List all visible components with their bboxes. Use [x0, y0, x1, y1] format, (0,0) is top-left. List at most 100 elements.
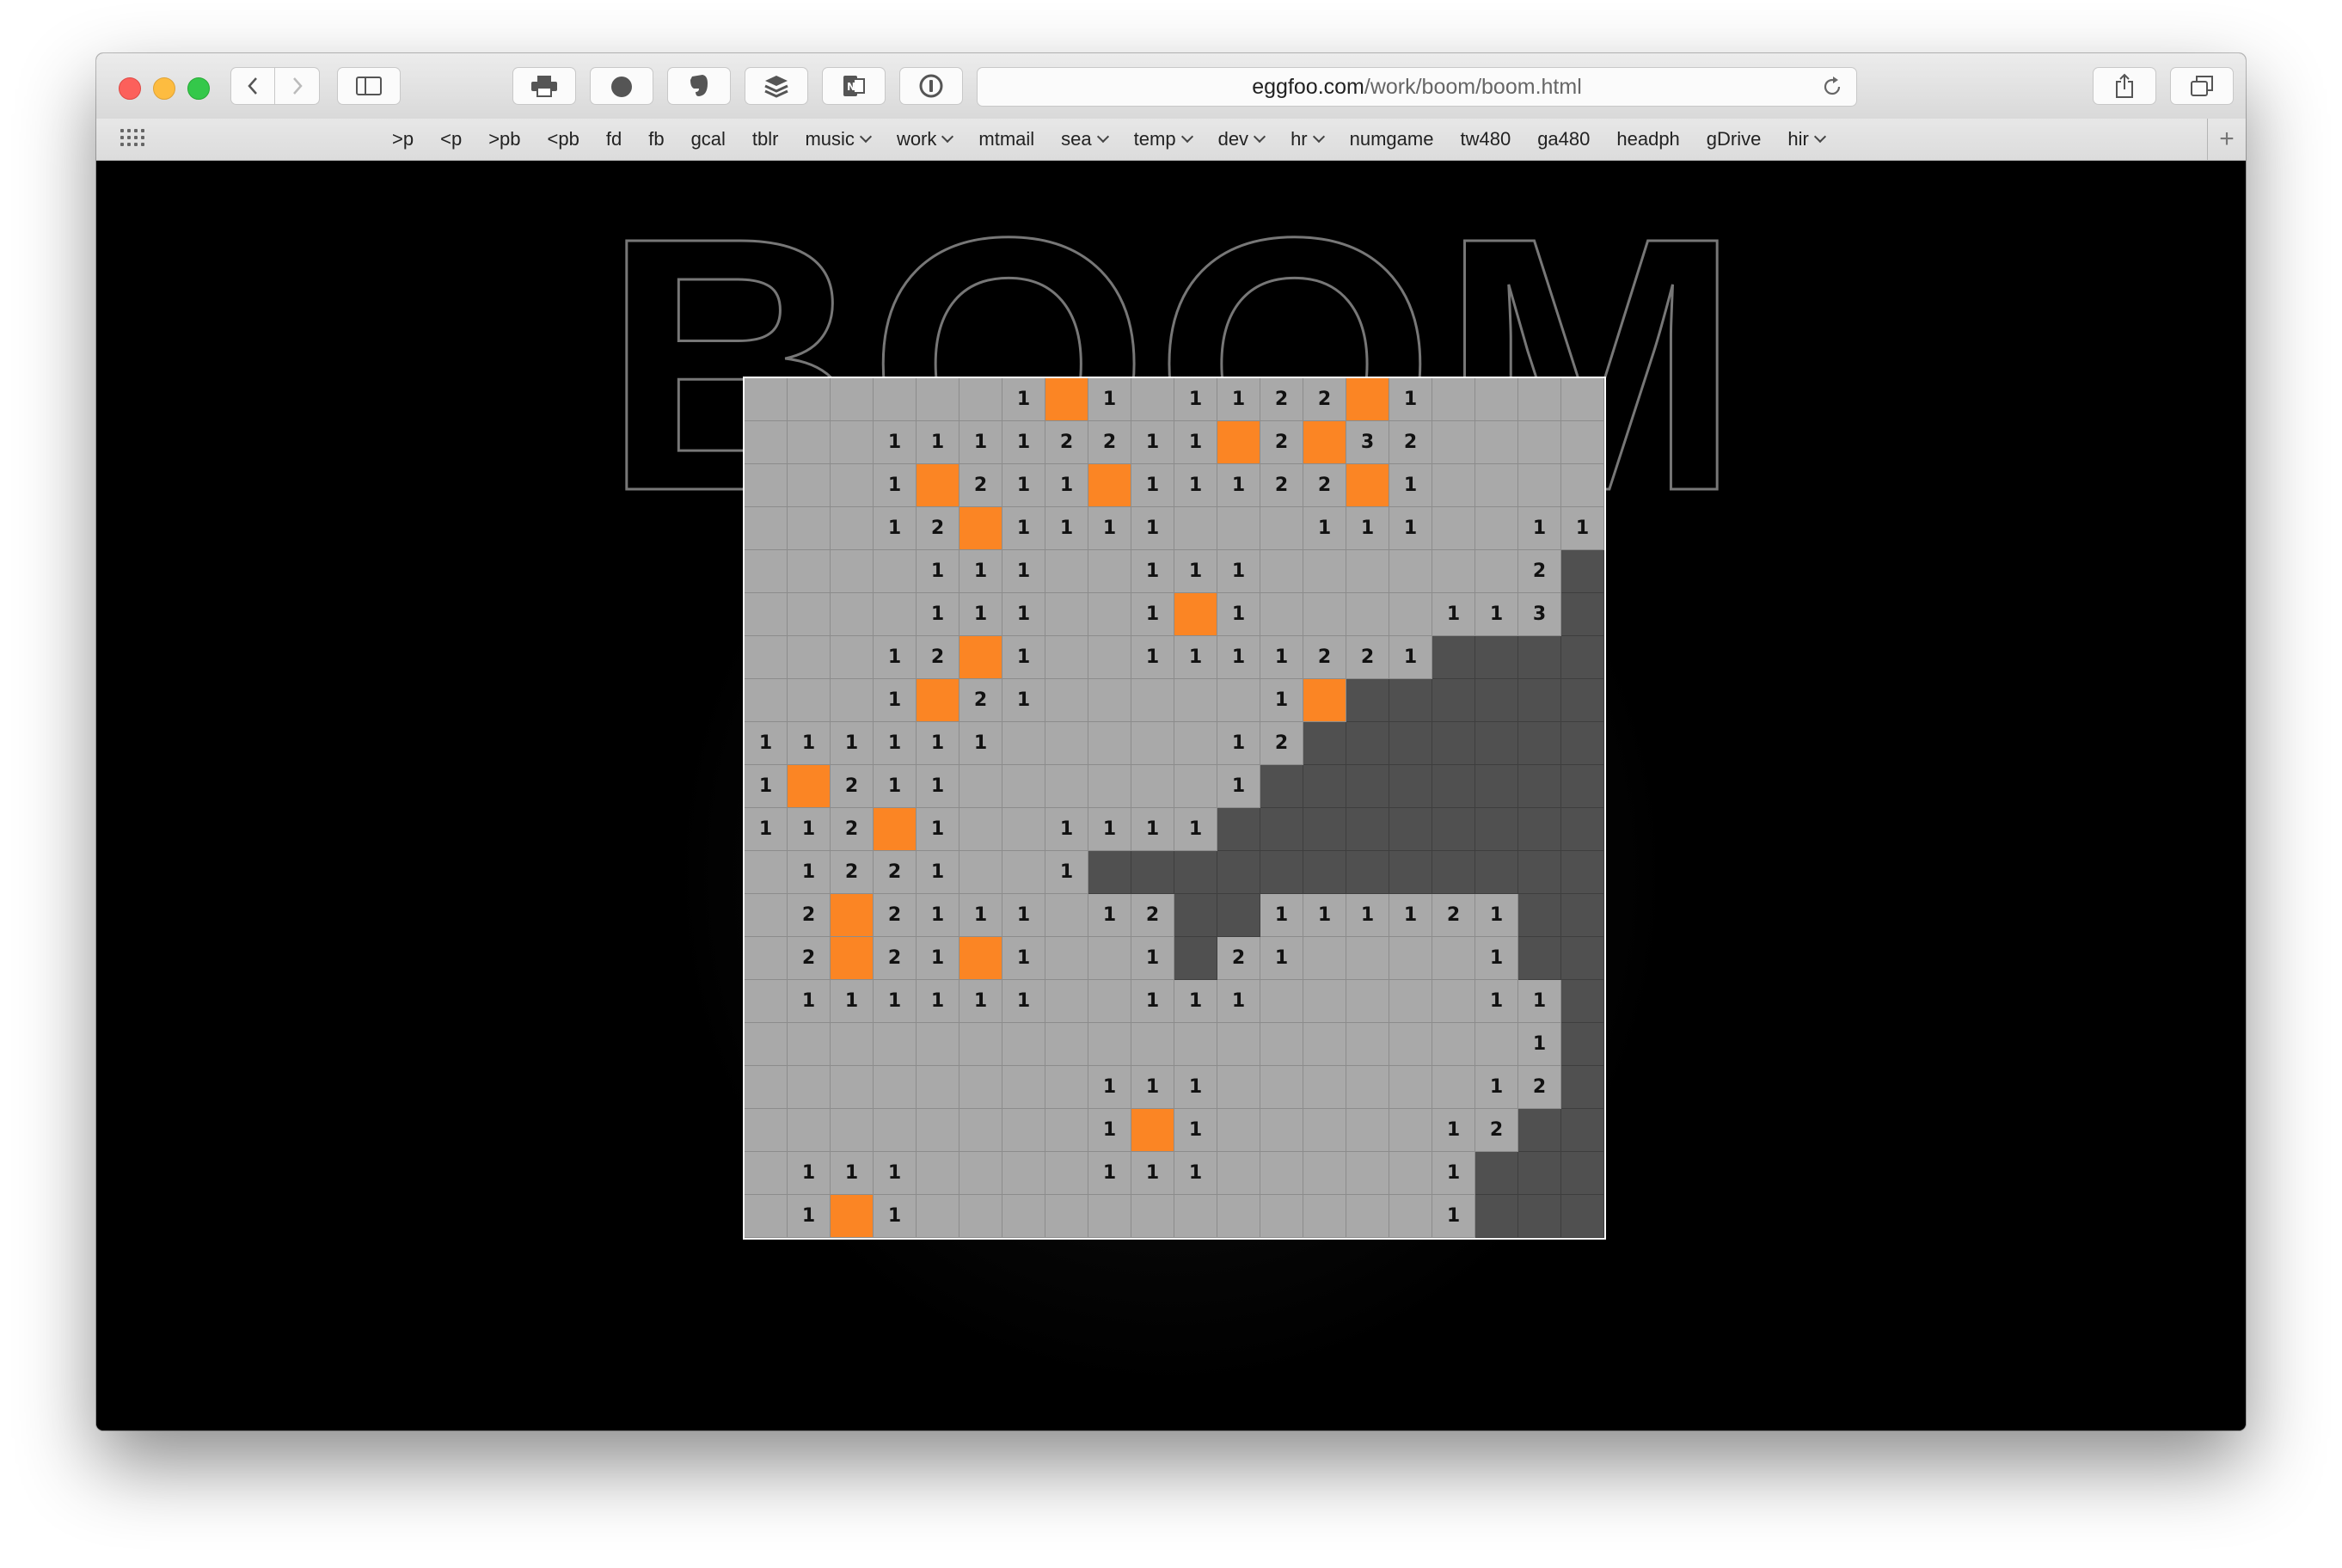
- bookmark-pb[interactable]: <pb: [548, 128, 579, 150]
- empty-cell[interactable]: [788, 507, 831, 550]
- empty-cell[interactable]: [745, 550, 788, 593]
- empty-cell[interactable]: [788, 1023, 831, 1066]
- empty-cell[interactable]: [1432, 507, 1475, 550]
- number-cell[interactable]: 1: [1432, 1195, 1475, 1238]
- number-cell[interactable]: 2: [1518, 1066, 1561, 1109]
- empty-cell[interactable]: [1475, 464, 1518, 507]
- number-cell[interactable]: 1: [1045, 464, 1088, 507]
- address-bar[interactable]: eggfoo.com/work/boom/boom.html: [977, 67, 1857, 107]
- empty-cell[interactable]: [1088, 679, 1131, 722]
- empty-cell[interactable]: [831, 1066, 874, 1109]
- empty-cell[interactable]: [745, 1066, 788, 1109]
- mine-cell[interactable]: [1217, 421, 1260, 464]
- unrevealed-cell[interactable]: [1475, 808, 1518, 851]
- number-cell[interactable]: 1: [917, 937, 959, 980]
- empty-cell[interactable]: [1045, 1109, 1088, 1152]
- empty-cell[interactable]: [1217, 679, 1260, 722]
- number-cell[interactable]: 1: [874, 464, 917, 507]
- number-cell[interactable]: 2: [1346, 636, 1389, 679]
- number-cell[interactable]: 2: [831, 851, 874, 894]
- unrevealed-cell[interactable]: [1518, 765, 1561, 808]
- empty-cell[interactable]: [874, 378, 917, 421]
- number-cell[interactable]: 1: [1217, 765, 1260, 808]
- evernote-extension-button[interactable]: [667, 67, 731, 105]
- empty-cell[interactable]: [1131, 1023, 1174, 1066]
- number-cell[interactable]: 1: [1045, 507, 1088, 550]
- empty-cell[interactable]: [1088, 593, 1131, 636]
- empty-cell[interactable]: [831, 464, 874, 507]
- unrevealed-cell[interactable]: [1518, 679, 1561, 722]
- number-cell[interactable]: 1: [917, 722, 959, 765]
- unrevealed-cell[interactable]: [1518, 1109, 1561, 1152]
- unrevealed-cell[interactable]: [1475, 722, 1518, 765]
- number-cell[interactable]: 1: [874, 679, 917, 722]
- bookmark-temp[interactable]: temp: [1134, 128, 1193, 150]
- bookmark-dev[interactable]: dev: [1218, 128, 1266, 150]
- mine-cell[interactable]: [1088, 464, 1131, 507]
- empty-cell[interactable]: [1561, 378, 1604, 421]
- empty-cell[interactable]: [917, 1066, 959, 1109]
- empty-cell[interactable]: [1346, 593, 1389, 636]
- number-cell[interactable]: 1: [1346, 894, 1389, 937]
- unrevealed-cell[interactable]: [1346, 722, 1389, 765]
- number-cell[interactable]: 1: [1475, 894, 1518, 937]
- empty-cell[interactable]: [917, 1109, 959, 1152]
- empty-cell[interactable]: [831, 1023, 874, 1066]
- number-cell[interactable]: 2: [1260, 464, 1303, 507]
- empty-cell[interactable]: [1045, 1195, 1088, 1238]
- unrevealed-cell[interactable]: [1217, 808, 1260, 851]
- unrevealed-cell[interactable]: [1303, 722, 1346, 765]
- unrevealed-cell[interactable]: [1346, 765, 1389, 808]
- number-cell[interactable]: 1: [959, 894, 1002, 937]
- empty-cell[interactable]: [745, 980, 788, 1023]
- bookmark-gcal[interactable]: gcal: [691, 128, 726, 150]
- unrevealed-cell[interactable]: [1518, 1152, 1561, 1195]
- unrevealed-cell[interactable]: [1432, 765, 1475, 808]
- empty-cell[interactable]: [1174, 507, 1217, 550]
- empty-cell[interactable]: [1389, 593, 1432, 636]
- bookmark-p[interactable]: <p: [440, 128, 462, 150]
- unrevealed-cell[interactable]: [1475, 679, 1518, 722]
- number-cell[interactable]: 2: [1303, 464, 1346, 507]
- number-cell[interactable]: 1: [1561, 507, 1604, 550]
- number-cell[interactable]: 1: [959, 980, 1002, 1023]
- number-cell[interactable]: 1: [1131, 980, 1174, 1023]
- unrevealed-cell[interactable]: [1389, 679, 1432, 722]
- bookmark-ga480[interactable]: ga480: [1537, 128, 1590, 150]
- unrevealed-cell[interactable]: [1518, 722, 1561, 765]
- unrevealed-cell[interactable]: [1088, 851, 1131, 894]
- empty-cell[interactable]: [1088, 722, 1131, 765]
- number-cell[interactable]: 2: [874, 894, 917, 937]
- unrevealed-cell[interactable]: [1432, 722, 1475, 765]
- empty-cell[interactable]: [745, 1152, 788, 1195]
- empty-cell[interactable]: [1303, 550, 1346, 593]
- number-cell[interactable]: 1: [1475, 980, 1518, 1023]
- number-cell[interactable]: 1: [917, 593, 959, 636]
- number-cell[interactable]: 2: [1389, 421, 1432, 464]
- mine-cell[interactable]: [917, 679, 959, 722]
- empty-cell[interactable]: [917, 1023, 959, 1066]
- unrevealed-cell[interactable]: [1561, 808, 1604, 851]
- mine-cell[interactable]: [1131, 1109, 1174, 1152]
- empty-cell[interactable]: [1561, 421, 1604, 464]
- empty-cell[interactable]: [1518, 378, 1561, 421]
- empty-cell[interactable]: [1346, 550, 1389, 593]
- number-cell[interactable]: 1: [1475, 1066, 1518, 1109]
- empty-cell[interactable]: [1260, 550, 1303, 593]
- empty-cell[interactable]: [745, 464, 788, 507]
- empty-cell[interactable]: [1002, 851, 1045, 894]
- unrevealed-cell[interactable]: [1260, 851, 1303, 894]
- zoom-window-button[interactable]: [187, 77, 210, 100]
- number-cell[interactable]: 1: [1002, 550, 1045, 593]
- empty-cell[interactable]: [745, 851, 788, 894]
- number-cell[interactable]: 1: [1002, 378, 1045, 421]
- empty-cell[interactable]: [1002, 1152, 1045, 1195]
- empty-cell[interactable]: [745, 593, 788, 636]
- forward-button[interactable]: [275, 67, 320, 105]
- empty-cell[interactable]: [1432, 1066, 1475, 1109]
- number-cell[interactable]: 1: [1002, 464, 1045, 507]
- empty-cell[interactable]: [1389, 1109, 1432, 1152]
- number-cell[interactable]: 1: [1303, 507, 1346, 550]
- number-cell[interactable]: 1: [1174, 1066, 1217, 1109]
- unrevealed-cell[interactable]: [1260, 808, 1303, 851]
